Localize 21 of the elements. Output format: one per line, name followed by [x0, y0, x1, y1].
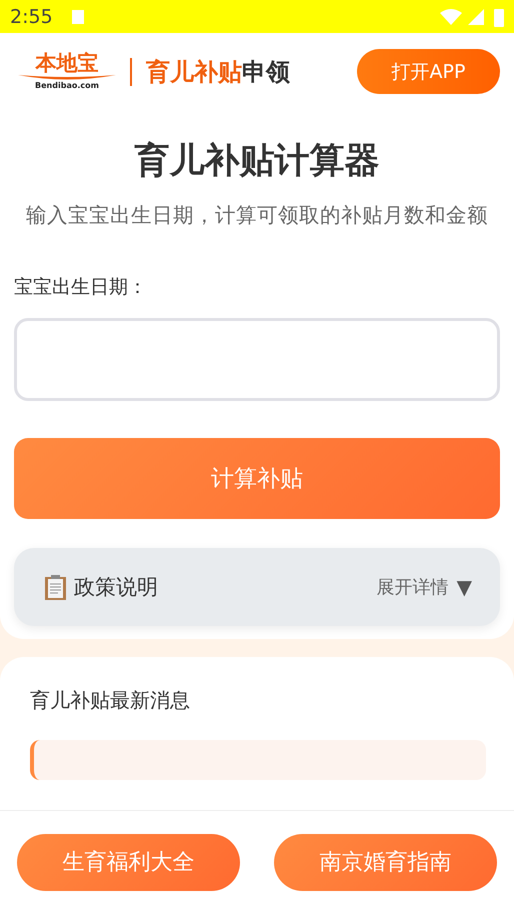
logo-domain: Bendibao.com	[35, 82, 99, 90]
wifi-icon	[440, 8, 462, 24]
logo-text: 本地宝	[36, 53, 98, 74]
news-item[interactable]	[30, 740, 486, 780]
clipboard-icon	[45, 574, 66, 600]
swoosh-icon	[18, 74, 116, 82]
birth-date-label: 宝宝出生日期：	[14, 275, 148, 300]
link-button[interactable]: 生育福利大全	[17, 834, 240, 890]
status-time: 2:55	[10, 6, 53, 28]
calculate-button[interactable]: 计算补贴	[14, 438, 500, 519]
battery-icon	[494, 6, 504, 26]
calculator-subtitle: 输入宝宝出生日期，计算可领取的补贴月数和金额	[26, 202, 488, 229]
calculator-title: 育儿补贴计算器	[134, 140, 380, 182]
policy-toggle[interactable]: 政策说明 展开详情 ▼	[14, 548, 500, 626]
signal-icon	[468, 8, 484, 24]
open-app-button[interactable]: 打开APP	[357, 49, 500, 94]
notification-icon	[70, 8, 85, 24]
birth-date-field[interactable]	[14, 318, 500, 401]
page-title: 育儿补贴申领	[146, 56, 290, 88]
link-button[interactable]: 南京婚育指南	[274, 834, 497, 890]
news-title: 育儿补贴最新消息	[30, 687, 191, 714]
